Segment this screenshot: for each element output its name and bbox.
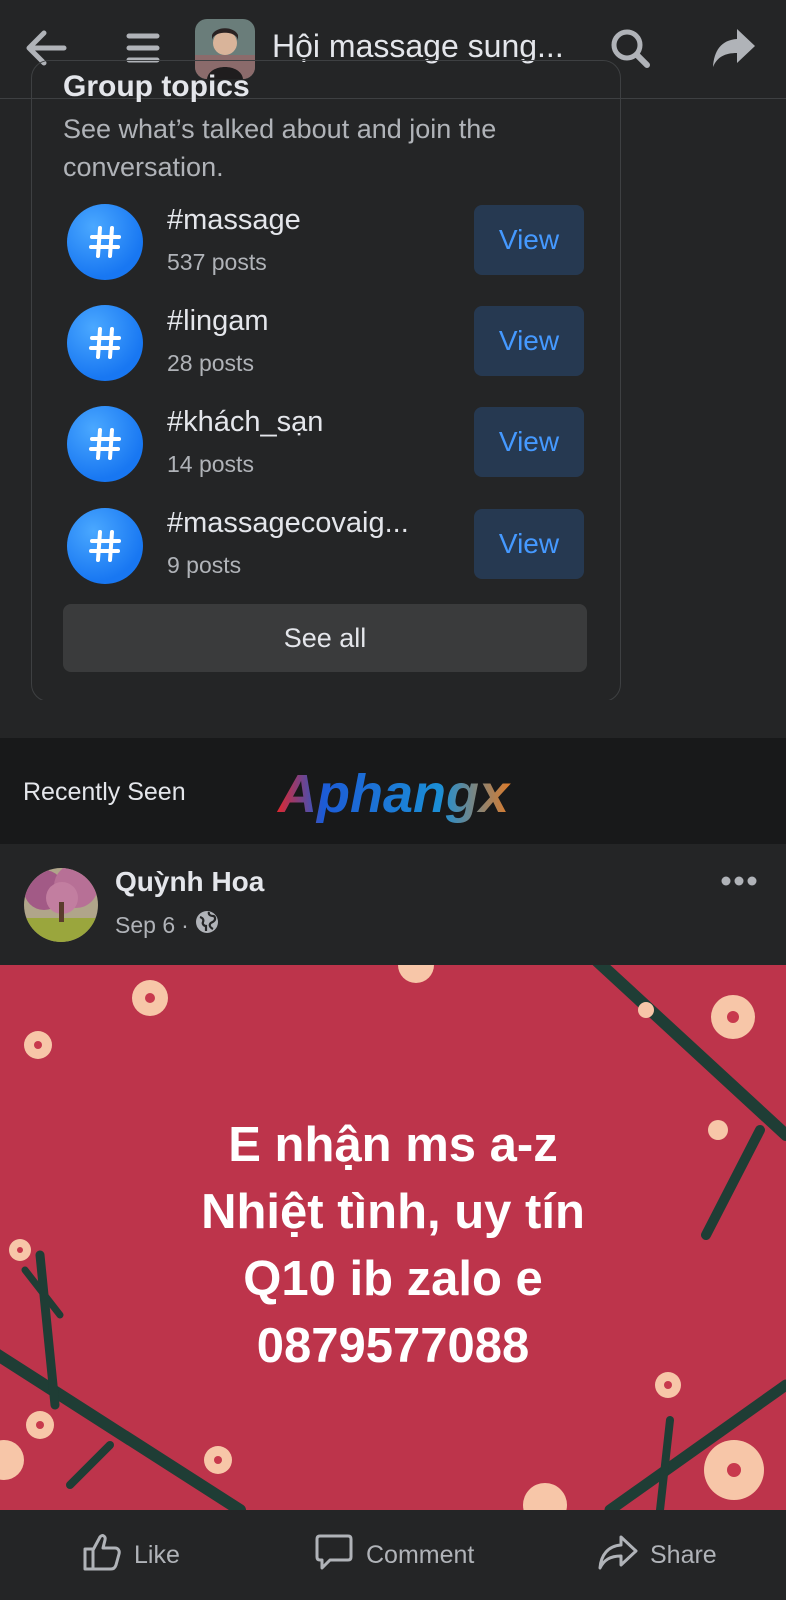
meta-separator: · [181, 911, 189, 938]
recently-seen-label: Recently Seen [23, 778, 186, 806]
section-divider [0, 700, 786, 738]
see-all-button[interactable]: See all [63, 604, 587, 672]
topic-name[interactable]: #khách_sạn [167, 406, 323, 439]
comment-icon [314, 1533, 354, 1578]
hashtag-icon [67, 305, 143, 381]
author-name[interactable]: Quỳnh Hoa [115, 866, 264, 898]
globe-icon [195, 910, 219, 940]
topic-post-count: 28 posts [167, 350, 254, 376]
comment-button[interactable]: Comment [314, 1510, 474, 1600]
author-avatar[interactable] [24, 868, 98, 942]
hashtag-icon [67, 204, 143, 280]
comment-label: Comment [366, 1540, 475, 1569]
hashtag-icon [67, 508, 143, 584]
view-topic-button[interactable]: View [474, 306, 584, 376]
post-date[interactable]: Sep 6 [115, 912, 175, 939]
post-text-line: 0879577088 [256, 1319, 530, 1373]
hashtag-icon [67, 406, 143, 482]
topic-post-count: 14 posts [167, 451, 254, 477]
post-image-text: E nhận ms a-z Nhiệt tình, uy tín Q10 ib … [0, 1112, 786, 1380]
share-arrow-icon[interactable] [708, 22, 760, 74]
like-icon [82, 1533, 122, 1578]
share-label: Share [650, 1540, 717, 1569]
post-text-line: Nhiệt tình, uy tín [201, 1185, 585, 1239]
topic-post-count: 537 posts [167, 249, 267, 275]
view-topic-button[interactable]: View [474, 407, 584, 477]
svg-text:Aphangx: Aphangx [276, 764, 511, 824]
view-topic-button[interactable]: View [474, 509, 584, 579]
share-icon [598, 1533, 638, 1578]
view-topic-button[interactable]: View [474, 205, 584, 275]
post-text-line: Q10 ib zalo e [243, 1252, 543, 1306]
topics-heading: Group topics [63, 70, 250, 103]
watermark-logo: Aphangx [276, 762, 516, 833]
post-text-line: E nhận ms a-z [228, 1118, 558, 1172]
topic-post-count: 9 posts [167, 552, 242, 578]
like-label: Like [134, 1540, 180, 1569]
topics-subtitle: See what’s talked about and join the con… [63, 114, 497, 182]
post-meta: Sep 6 · [115, 910, 219, 940]
more-options-icon[interactable] [716, 866, 762, 896]
topic-name[interactable]: #lingam [167, 305, 269, 338]
like-button[interactable]: Like [82, 1510, 180, 1600]
topic-name[interactable]: #massage [167, 204, 301, 237]
topic-name[interactable]: #massagecovaig... [167, 507, 409, 540]
share-button[interactable]: Share [598, 1510, 717, 1600]
